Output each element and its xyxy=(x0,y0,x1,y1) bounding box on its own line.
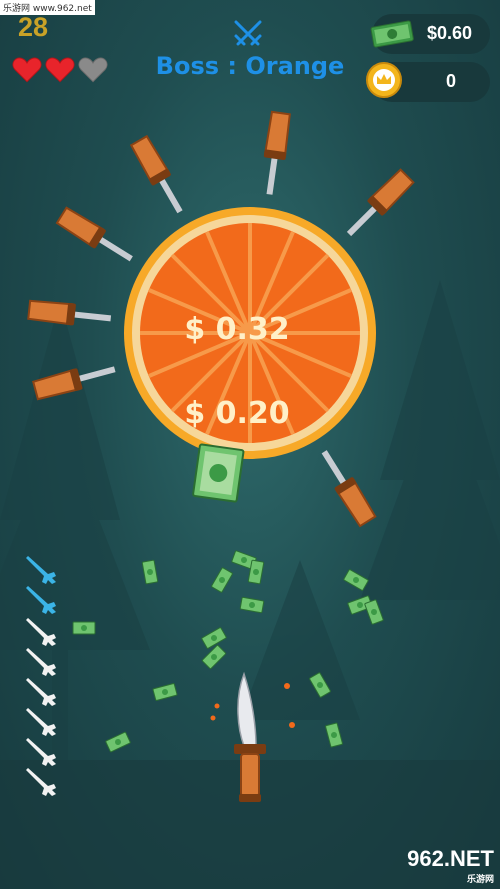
knife-icon xyxy=(26,738,56,766)
knife-icon xyxy=(26,648,56,676)
watermark-sub: 乐游网 xyxy=(466,874,494,884)
watermark-main: 962.NET xyxy=(407,846,494,871)
player-knife[interactable] xyxy=(230,670,270,810)
knife-icon xyxy=(26,678,56,706)
knife-stack xyxy=(26,556,56,796)
knife-icon xyxy=(26,768,56,796)
watermark-bottom: 962.NET 乐游网 xyxy=(407,846,494,885)
knife-icon xyxy=(26,618,56,646)
knife-icon xyxy=(26,708,56,736)
knife-icon-used xyxy=(26,586,56,614)
knife-icon-used xyxy=(26,556,56,584)
